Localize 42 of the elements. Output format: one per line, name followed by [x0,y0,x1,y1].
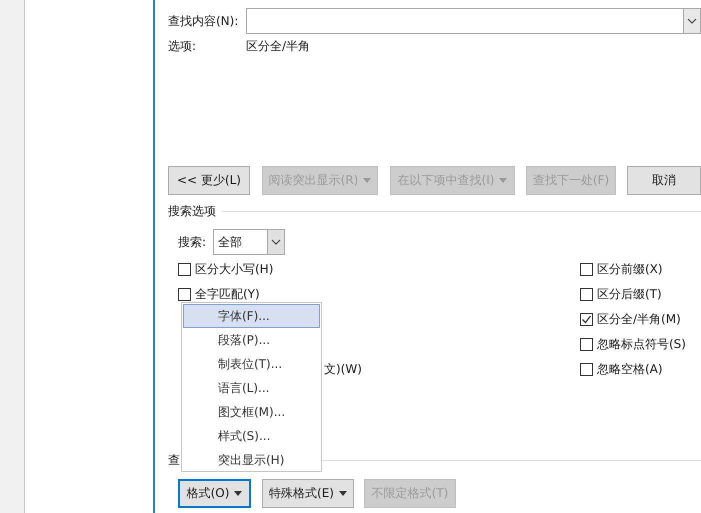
checkbox-label: 忽略空格(A) [597,361,663,378]
menu-item[interactable]: 制表位(T)... [183,352,320,376]
checkbox-label: 全字匹配(Y) [195,286,260,303]
checkbox-label: 忽略标点符号(S) [597,336,686,353]
checkbox-label: 文)(W) [324,361,362,378]
checkbox-label: 区分后缀(T) [597,286,662,303]
checkbox[interactable] [580,363,593,376]
dialog-button[interactable]: << 更少(L) [168,166,250,195]
menu-item[interactable]: 突出显示(H) [183,448,320,472]
dialog-button[interactable]: 取消 [627,166,701,195]
checkbox[interactable] [580,288,593,301]
checkbox[interactable] [178,288,191,301]
checkbox-label: 区分全/半角(M) [597,311,681,328]
dropdown-button[interactable] [267,230,284,254]
options-label: 选项: [168,38,198,54]
chevron-icon [687,18,697,24]
format-button[interactable]: 特殊格式(E) [262,478,354,508]
checkbox[interactable] [178,263,191,276]
checkbox-label: 区分前缀(X) [597,261,663,278]
caret-icon [363,178,372,183]
find-label: 查找内容(N): [168,12,240,30]
checkbox[interactable] [580,263,593,276]
checkbox[interactable] [580,313,593,326]
dropdown-button[interactable] [683,9,700,33]
search-select[interactable]: 全部 [213,229,285,255]
section-title: 查 [168,452,180,468]
chevron-icon [271,239,281,245]
find-field[interactable] [246,8,701,34]
search-label: 搜索: [178,234,208,250]
options-value: 区分全/半角 [246,38,310,54]
section-title: 搜索选项 [168,202,216,220]
checkbox[interactable] [580,338,593,351]
caret-icon [338,490,347,496]
caret-icon [499,178,508,183]
menu-item[interactable]: 字体(F)... [183,304,320,328]
checkbox-label: 区分大小写(H) [195,261,274,278]
menu-item[interactable]: 样式(S)... [183,424,320,448]
menu-item[interactable]: 段落(P)... [183,328,320,352]
format-button[interactable]: 格式(O) [178,478,251,508]
menu-item[interactable]: 图文框(M)... [183,400,320,424]
caret-icon [234,490,242,496]
menu-item[interactable]: 语言(L)... [183,376,320,400]
